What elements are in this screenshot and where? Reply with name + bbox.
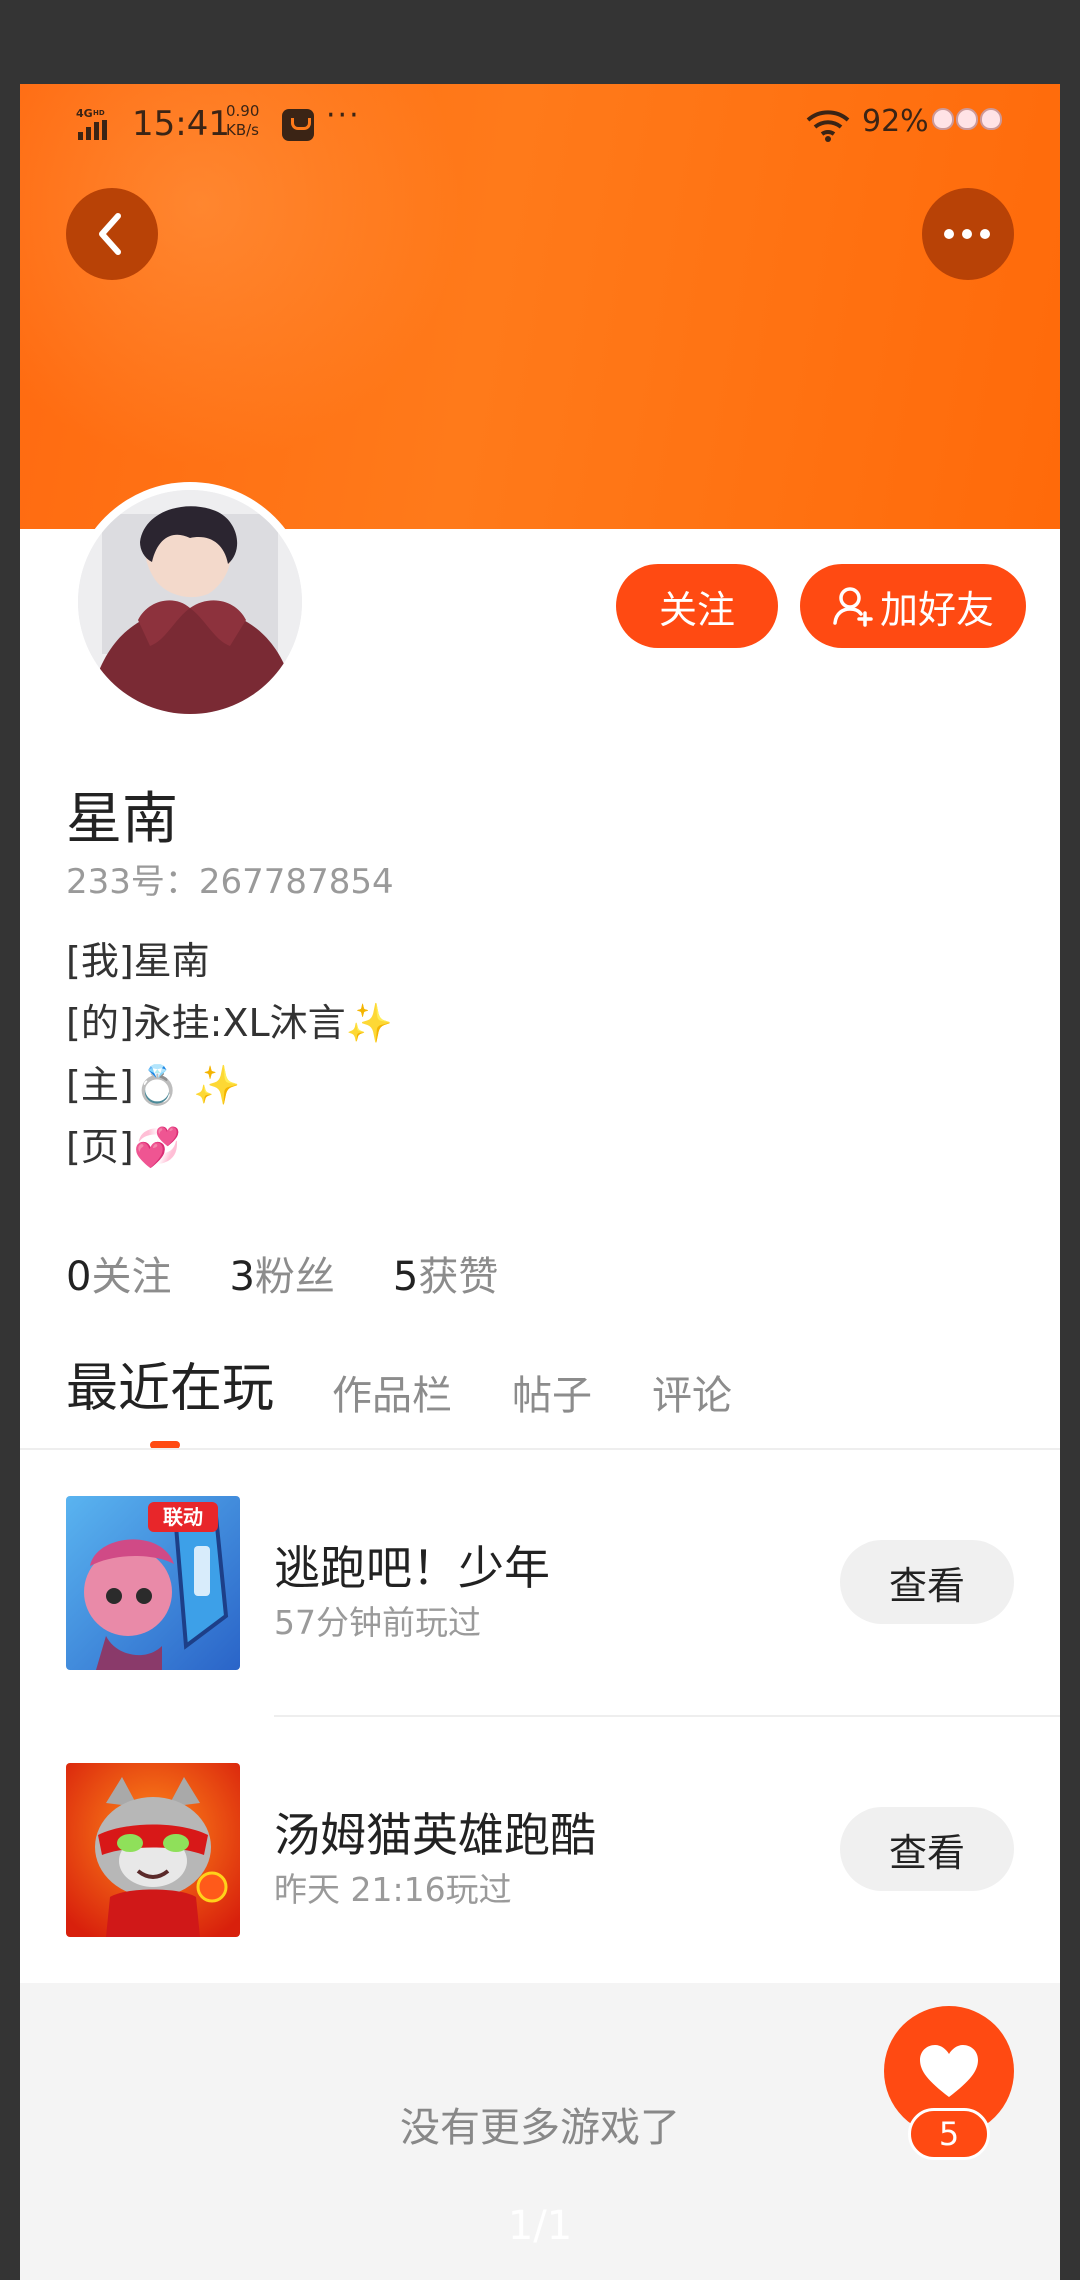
bio: [我]星南 [的]永挂:XL沐言✨ [主]💍 ✨ [页]💞 bbox=[66, 930, 393, 1178]
fans-count: 3 bbox=[229, 1254, 255, 1300]
network-speed-value: 0.90 bbox=[226, 102, 260, 120]
signal-icon: 4G HD bbox=[76, 107, 107, 140]
page-indicator: 1/1 bbox=[507, 2203, 573, 2249]
game-icon bbox=[66, 1763, 240, 1937]
tab-works[interactable]: 作品栏 bbox=[332, 1363, 452, 1421]
fans-label: 粉丝 bbox=[254, 1254, 335, 1300]
nickname: 星南 bbox=[66, 787, 178, 852]
view-game-button[interactable]: 查看 bbox=[840, 1807, 1014, 1891]
profile-stats: 0关注 3粉丝 5获赞 bbox=[66, 1244, 498, 1302]
likes-count: 5 bbox=[392, 1254, 419, 1300]
add-friend-icon bbox=[833, 587, 873, 627]
status-bar: 4G HD 15:41 0.90 KB/s ··· 92% bbox=[20, 84, 1060, 164]
svg-text:HD: HD bbox=[93, 109, 105, 117]
battery-level: 92% bbox=[862, 104, 929, 139]
status-time: 15:41 bbox=[132, 104, 230, 144]
profile-tabs: 最近在玩 作品栏 帖子 评论 bbox=[66, 1346, 792, 1421]
likes-label: 获赞 bbox=[418, 1254, 499, 1300]
status-more-indicator: ··· bbox=[326, 98, 361, 133]
network-speed: 0.90 KB/s bbox=[226, 102, 259, 140]
network-speed-unit: KB/s bbox=[226, 121, 259, 139]
bio-line: [我]星南 bbox=[66, 939, 210, 983]
divider bbox=[274, 1715, 1060, 1717]
back-button[interactable] bbox=[66, 188, 158, 280]
game-name: 汤姆猫英雄跑酷 bbox=[274, 1808, 596, 1862]
status-emoji-icon bbox=[932, 108, 1002, 130]
user-id-label: 233号： bbox=[66, 862, 199, 902]
game-list-item[interactable]: 联动 逃跑吧！少年 57分钟前玩过 查看 bbox=[20, 1496, 1060, 1676]
fans-stat[interactable]: 3粉丝 bbox=[229, 1244, 334, 1302]
tab-recent-games[interactable]: 最近在玩 bbox=[66, 1346, 274, 1421]
svg-text:4G: 4G bbox=[76, 107, 93, 120]
more-options-button[interactable] bbox=[922, 188, 1014, 280]
profile-page: 4G HD 15:41 0.90 KB/s ··· 92% 关注 加好友 星南 … bbox=[20, 84, 1060, 2280]
bio-line: [的]永挂:XL沐言✨ bbox=[66, 1001, 393, 1045]
tab-comments[interactable]: 评论 bbox=[652, 1363, 732, 1421]
heart-icon bbox=[920, 2045, 978, 2097]
game-last-played: 57分钟前玩过 bbox=[274, 1603, 481, 1642]
user-id: 233号：267787854 bbox=[66, 854, 394, 903]
more-dots-icon bbox=[944, 229, 990, 239]
bio-line: [主]💍 ✨ bbox=[66, 1063, 241, 1107]
avatar[interactable] bbox=[70, 482, 310, 722]
wifi-icon bbox=[806, 110, 850, 142]
user-id-value: 267787854 bbox=[198, 862, 394, 902]
chevron-left-icon bbox=[99, 213, 121, 255]
divider bbox=[20, 1448, 1060, 1450]
game-list-item[interactable]: 汤姆猫英雄跑酷 昨天 21:16玩过 查看 bbox=[20, 1763, 1060, 1943]
likes-stat[interactable]: 5获赞 bbox=[393, 1244, 498, 1302]
app-notification-icon bbox=[282, 109, 314, 141]
following-label: 关注 bbox=[91, 1254, 172, 1300]
following-stat[interactable]: 0关注 bbox=[66, 1244, 171, 1302]
view-game-button[interactable]: 查看 bbox=[840, 1540, 1014, 1624]
bio-line: [页]💞 bbox=[66, 1125, 181, 1169]
follow-button[interactable]: 关注 bbox=[616, 564, 778, 648]
like-count-badge: 5 bbox=[908, 2108, 990, 2160]
game-badge: 联动 bbox=[163, 1505, 203, 1529]
game-last-played: 昨天 21:16玩过 bbox=[274, 1870, 512, 1909]
game-name: 逃跑吧！少年 bbox=[274, 1541, 550, 1595]
game-icon: 联动 bbox=[66, 1496, 240, 1670]
following-count: 0 bbox=[66, 1254, 92, 1300]
avatar-image bbox=[78, 490, 302, 714]
add-friend-button[interactable]: 加好友 bbox=[800, 564, 1026, 648]
add-friend-label: 加好友 bbox=[879, 587, 994, 632]
tab-posts[interactable]: 帖子 bbox=[512, 1363, 592, 1421]
